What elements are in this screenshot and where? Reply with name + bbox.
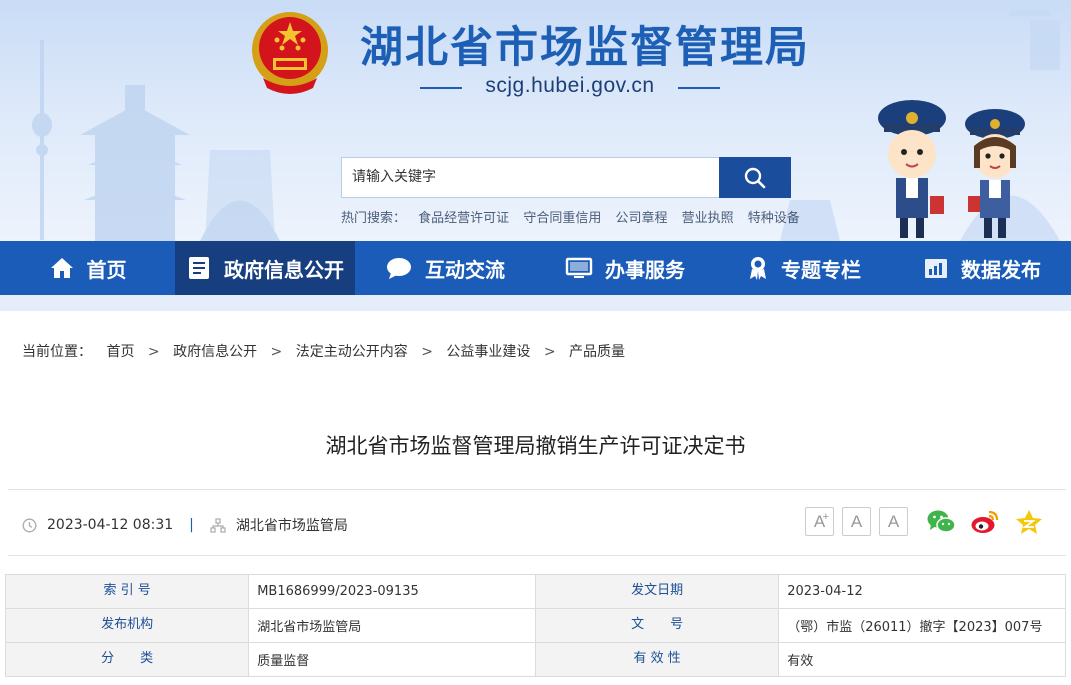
info-key: 文 号 [534, 608, 780, 643]
search-icon [744, 167, 766, 188]
info-value: （鄂）市监（26011）撤字【2023】007号 [778, 608, 1066, 643]
share-bar [926, 508, 1044, 536]
main-nav: 首页 政府信息公开 互动交流 办事服务 专题专栏 数据发布 [0, 241, 1071, 295]
domain-divider-right [678, 87, 720, 89]
hot-keyword[interactable]: 公司章程 [615, 211, 667, 226]
domain-divider-left [420, 87, 462, 89]
search-input[interactable]: 请输入关键字 [341, 157, 720, 198]
site-title: 湖北省市场监督管理局 [360, 23, 810, 73]
nav-item-label: 办事服务 [605, 257, 685, 282]
font-decrease-button[interactable]: A [842, 507, 871, 536]
title-divider [8, 489, 1066, 490]
breadcrumb-item[interactable]: 政府信息公开 [173, 344, 257, 360]
plus-mark: + [822, 511, 829, 523]
hot-search-label: 热门搜索： [341, 211, 407, 226]
info-key: 发布机构 [4, 608, 250, 643]
font-size-controls: A + A A [805, 507, 908, 536]
hot-keyword[interactable]: 食品经营许可证 [418, 211, 509, 226]
info-key: 索 引 号 [4, 574, 250, 609]
mascot-illustration [878, 100, 1025, 238]
article-meta: 2023-04-12 08:31 | 湖北省市场监管局 [22, 515, 348, 535]
nav-item-gov-info[interactable]: 政府信息公开 [175, 241, 355, 295]
breadcrumb-separator: > [147, 344, 160, 360]
info-value: 质量监督 [248, 642, 536, 677]
info-value: 有效 [778, 642, 1066, 677]
hot-keyword[interactable]: 营业执照 [682, 211, 734, 226]
qzone-icon[interactable] [1014, 508, 1044, 536]
breadcrumb-separator: > [421, 344, 433, 360]
home-icon [50, 258, 73, 278]
wechat-icon[interactable] [926, 508, 956, 536]
info-key: 分 类 [4, 642, 250, 677]
article-source: 湖北省市场监管局 [235, 518, 348, 534]
nav-item-label: 政府信息公开 [224, 257, 344, 282]
meta-separator: | [189, 517, 194, 533]
nav-item-special-topics[interactable]: 专题专栏 [715, 241, 893, 295]
font-reset-button[interactable]: A [879, 507, 908, 536]
nav-item-label: 首页 [86, 257, 127, 282]
search-button[interactable] [719, 157, 791, 198]
info-value: 湖北省市场监管局 [248, 608, 536, 643]
monitor-icon [565, 257, 593, 278]
hot-search-bar: 热门搜索： 食品经营许可证 守合同重信用 公司章程 营业执照 特种设备 [341, 207, 810, 226]
breadcrumb-item[interactable]: 公益事业建设 [446, 344, 530, 360]
chat-bubble-icon [387, 258, 411, 279]
nav-item-interaction[interactable]: 互动交流 [355, 241, 535, 295]
table-row: 索 引 号 MB1686999/2023-09135 发文日期 2023-04-… [4, 574, 1066, 609]
meta-divider [8, 555, 1066, 556]
nav-item-label: 数据发布 [961, 257, 1041, 282]
clock-icon [22, 518, 37, 532]
bar-chart-icon [925, 259, 947, 278]
organization-icon [210, 517, 226, 533]
breadcrumb-item[interactable]: 产品质量 [569, 344, 625, 360]
nav-bottom-strip [0, 295, 1071, 311]
nav-item-label: 互动交流 [425, 257, 505, 282]
weibo-icon[interactable] [970, 508, 1000, 536]
table-row: 分 类 质量监督 有 效 性 有效 [4, 642, 1066, 677]
info-value: MB1686999/2023-09135 [248, 574, 536, 609]
breadcrumb: 当前位置： 首页 > 政府信息公开 > 法定主动公开内容 > 公益事业建设 > … [22, 341, 625, 361]
nav-item-home[interactable]: 首页 [0, 241, 175, 295]
nav-item-services[interactable]: 办事服务 [535, 241, 715, 295]
publish-datetime: 2023-04-12 08:31 [47, 517, 174, 533]
national-emblem-logo [252, 12, 328, 94]
breadcrumb-separator: > [270, 344, 283, 360]
hot-keyword[interactable]: 守合同重信用 [523, 211, 601, 226]
nav-item-data-release[interactable]: 数据发布 [893, 241, 1071, 295]
info-value: 2023-04-12 [778, 574, 1066, 609]
site-domain: scjg.hubei.gov.cn [420, 74, 720, 102]
article-title: 湖北省市场监督管理局撤销生产许可证决定书 [325, 434, 746, 458]
document-list-icon [189, 257, 209, 279]
font-increase-button[interactable]: A + [805, 507, 834, 536]
table-row: 发布机构 湖北省市场监管局 文 号 （鄂）市监（26011）撤字【2023】00… [4, 608, 1066, 643]
breadcrumb-label: 当前位置： [22, 344, 92, 360]
breadcrumb-item[interactable]: 首页 [106, 344, 134, 360]
nav-item-label: 专题专栏 [781, 257, 861, 282]
info-key: 发文日期 [534, 574, 780, 609]
header-banner: 湖北省市场监督管理局 scjg.hubei.gov.cn 请输入关键字 热门搜索… [0, 0, 1071, 241]
award-ribbon-icon [750, 257, 766, 280]
domain-text: scjg.hubei.gov.cn [485, 74, 655, 97]
hot-keyword[interactable]: 特种设备 [748, 211, 800, 226]
document-info-table: 索 引 号 MB1686999/2023-09135 发文日期 2023-04-… [4, 574, 1066, 677]
breadcrumb-item[interactable]: 法定主动公开内容 [296, 344, 408, 360]
info-key: 有 效 性 [534, 642, 780, 677]
breadcrumb-separator: > [543, 344, 556, 360]
